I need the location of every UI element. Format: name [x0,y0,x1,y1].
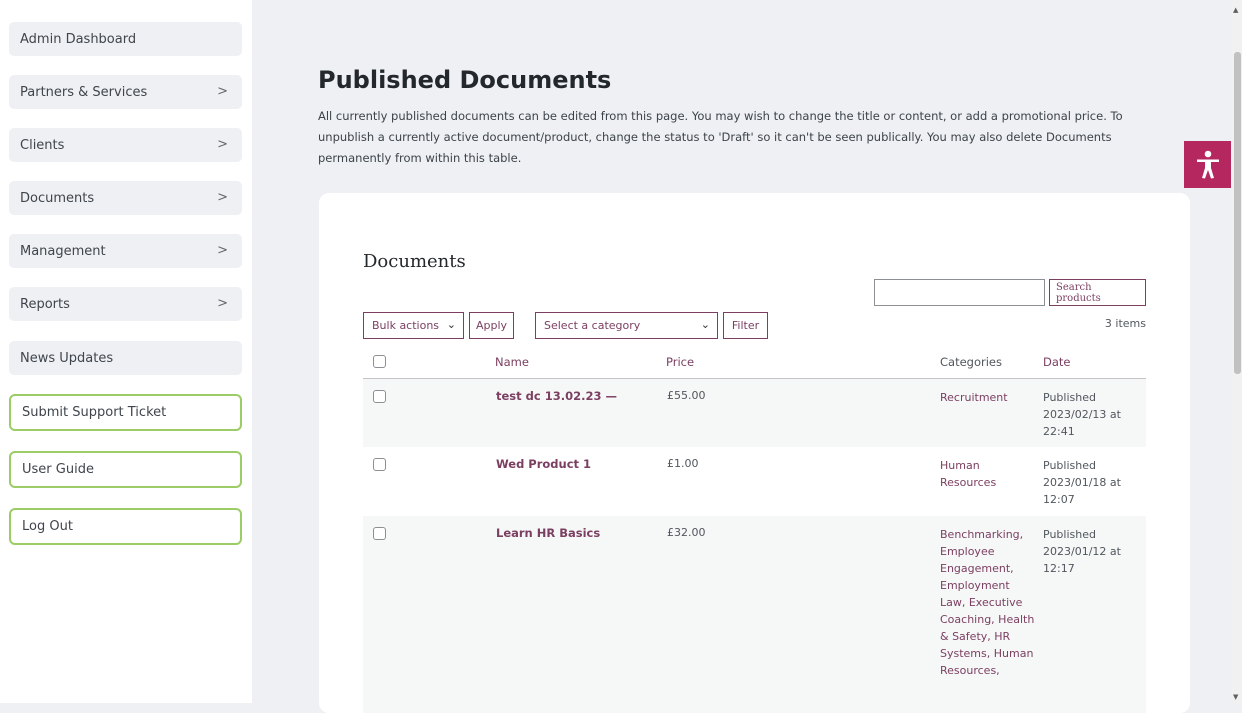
accessibility-button[interactable] [1184,141,1231,188]
table-header: Name Price Categories Date [363,345,1146,379]
row-checkbox[interactable] [373,527,386,540]
document-name-link[interactable]: Wed Product 1 [496,457,591,471]
sidebar-item-label: Management [20,243,106,259]
chevron-right-icon: > [217,243,228,258]
user-guide-button[interactable]: User Guide [9,451,242,488]
sidebar-item-label: News Updates [20,350,114,366]
sidebar-item-admin-dashboard[interactable]: Admin Dashboard [9,22,242,56]
sidebar-item-partners-services[interactable]: Partners & Services > [9,75,242,109]
scroll-down-arrow[interactable]: ▼ [1233,693,1238,701]
bulk-actions-select[interactable]: Bulk actions ⌄ [363,312,464,339]
log-out-button[interactable]: Log Out [9,508,242,545]
page-title: Published Documents [318,66,612,94]
document-name-link[interactable]: Learn HR Basics [496,526,600,540]
documents-card: Documents Search products Bulk actions ⌄… [319,193,1190,713]
chevron-right-icon: > [217,296,228,311]
category-select[interactable]: Select a category ⌄ [535,312,718,339]
sidebar-item-label: Admin Dashboard [20,31,137,47]
column-header-price[interactable]: Price [666,355,694,369]
sidebar-item-label: Partners & Services [20,84,148,100]
bulk-actions-value: Bulk actions [372,319,440,332]
sidebar-item-label: Clients [20,137,65,153]
chevron-right-icon: > [217,190,228,205]
button-label: User Guide [22,462,94,477]
document-categories[interactable]: Benchmarking, Employee Engagement, Emplo… [940,526,1035,679]
document-date: Published 2023/01/18 at 12:07 [1043,459,1121,506]
accessibility-icon [1196,150,1219,178]
sidebar-item-management[interactable]: Management > [9,234,242,268]
document-price: £32.00 [667,526,706,539]
button-label: Log Out [22,519,73,534]
document-price: £55.00 [667,389,706,402]
category-select-value: Select a category [544,319,641,332]
submit-support-ticket-button[interactable]: Submit Support Ticket [9,394,242,431]
row-checkbox[interactable] [373,390,386,403]
filter-button[interactable]: Filter [723,312,768,339]
column-header-date[interactable]: Date [1043,355,1071,369]
document-categories[interactable]: Recruitment [940,389,1035,406]
table-row: Learn HR Basics £32.00 Benchmarking, Emp… [363,516,1146,713]
document-date: Published 2023/02/13 at 22:41 [1043,391,1121,438]
chevron-down-icon: ⌄ [700,318,710,331]
page-description: All currently published documents can be… [318,109,1123,165]
document-categories[interactable]: Human Resources [940,457,1035,491]
table-row: Wed Product 1 £1.00 Human Resources Publ… [363,447,1146,516]
sidebar-item-label: Reports [20,296,70,312]
sidebar-item-clients[interactable]: Clients > [9,128,242,162]
chevron-right-icon: > [217,137,228,152]
documents-heading: Documents [363,251,466,272]
search-input[interactable] [874,279,1045,306]
chevron-right-icon: > [217,84,228,99]
chevron-down-icon: ⌄ [446,318,456,331]
sidebar: Admin Dashboard Partners & Services > Cl… [0,0,252,703]
column-header-name[interactable]: Name [495,355,529,369]
table-row: test dc 13.02.23 — £55.00 Recruitment Pu… [363,379,1146,447]
search-products-button[interactable]: Search products [1049,279,1146,306]
document-price: £1.00 [667,457,699,470]
select-all-checkbox[interactable] [373,355,386,368]
scrollbar-thumb[interactable] [1234,52,1241,374]
button-label: Submit Support Ticket [22,405,167,420]
sidebar-item-documents[interactable]: Documents > [9,181,242,215]
scroll-up-arrow[interactable]: ▲ [1233,6,1238,14]
apply-button[interactable]: Apply [469,312,514,339]
row-checkbox[interactable] [373,458,386,471]
column-header-categories: Categories [940,355,1002,369]
items-count: 3 items [1104,317,1146,330]
sidebar-item-news-updates[interactable]: News Updates [9,341,242,375]
sidebar-item-reports[interactable]: Reports > [9,287,242,321]
document-date: Published 2023/01/12 at 12:17 [1043,528,1121,575]
sidebar-item-label: Documents [20,190,95,206]
document-name-link[interactable]: test dc 13.02.23 — [496,389,617,403]
